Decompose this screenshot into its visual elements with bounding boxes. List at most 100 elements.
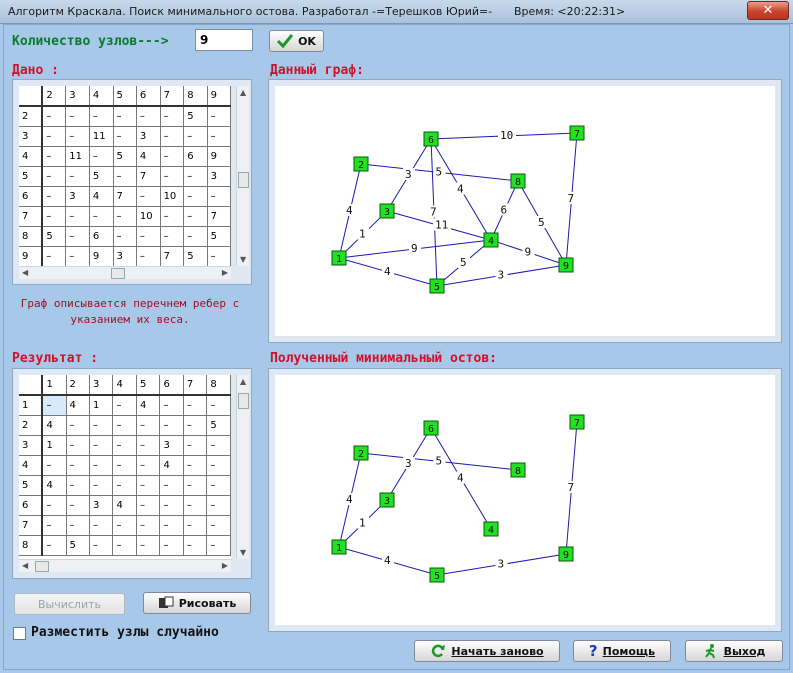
ok-button[interactable]: OK	[269, 30, 324, 52]
scroll-right-icon[interactable]: ▶	[222, 268, 228, 277]
table-cell[interactable]: –	[113, 126, 137, 147]
table-cell[interactable]: –	[89, 475, 114, 496]
table-cell[interactable]: 5	[183, 246, 208, 266]
result-table-vscroll[interactable]: ▲ ▼	[236, 375, 249, 559]
table-cell[interactable]: –	[112, 455, 137, 476]
table-cell[interactable]: –	[42, 126, 67, 147]
table-cell[interactable]: –	[159, 515, 184, 536]
table-cell[interactable]: 11	[65, 146, 90, 167]
table-cell[interactable]: –	[89, 535, 114, 556]
table-cell[interactable]: –	[113, 226, 137, 247]
table-cell[interactable]: 5	[207, 226, 231, 247]
table-cell[interactable]: –	[160, 146, 185, 167]
scroll-up-icon[interactable]: ▲	[240, 377, 246, 386]
table-cell[interactable]: –	[136, 535, 161, 556]
table-cell[interactable]: –	[160, 126, 185, 147]
table-cell[interactable]: 3	[159, 435, 184, 456]
table-cell[interactable]: –	[206, 395, 231, 416]
table-cell[interactable]: –	[112, 515, 137, 536]
table-cell[interactable]: –	[183, 495, 208, 516]
result-table[interactable]: 1 2 3 4 5 6 7 8 1–4 1–4– – –2 4– – – – – –5 3 1– – – –3– –4– – – –…	[19, 375, 231, 556]
table-cell[interactable]: –	[136, 495, 161, 516]
table-cell[interactable]: –	[183, 535, 208, 556]
table-cell[interactable]: –	[89, 206, 114, 227]
table-cell[interactable]: 9	[207, 146, 231, 167]
table-cell[interactable]: –	[136, 475, 161, 496]
table-cell[interactable]: –	[159, 415, 184, 436]
table-cell[interactable]: –	[136, 415, 161, 436]
table-cell[interactable]: 4	[112, 495, 137, 516]
table-cell[interactable]: –	[66, 415, 90, 436]
table-cell[interactable]: –	[183, 515, 208, 536]
table-cell[interactable]: –	[112, 415, 137, 436]
scroll-left-icon[interactable]: ◀	[22, 561, 28, 570]
result-table-hscroll[interactable]: ◀ ▶	[19, 559, 231, 572]
table-cell[interactable]: –	[112, 395, 137, 416]
table-cell[interactable]: –	[42, 146, 67, 167]
random-placement-label[interactable]: Разместить узлы случайно	[31, 625, 219, 640]
table-cell[interactable]: –	[42, 166, 67, 187]
table-cell[interactable]: –	[42, 106, 67, 127]
table-cell[interactable]: 10	[136, 206, 161, 227]
table-cell[interactable]: –	[183, 186, 208, 207]
table-cell[interactable]: –	[112, 535, 137, 556]
table-cell[interactable]: –	[113, 106, 137, 127]
given-table[interactable]: 2 3 4 5 6 7 8 9 2– – – – – –5–3– –11–3– – –4–11–5 4–6 9 5– –…	[19, 86, 231, 266]
table-cell[interactable]: –	[183, 166, 208, 187]
table-cell[interactable]: –	[66, 515, 90, 536]
table-cell[interactable]: –	[65, 166, 90, 187]
table-cell[interactable]: –	[42, 495, 67, 516]
given-vscroll-thumb[interactable]	[238, 172, 249, 188]
table-cell[interactable]: –	[206, 435, 231, 456]
table-cell[interactable]: 5	[66, 535, 90, 556]
table-cell[interactable]: 4	[42, 475, 67, 496]
table-cell[interactable]: –	[136, 106, 161, 127]
table-cell[interactable]: 5	[42, 226, 67, 247]
table-cell[interactable]: –	[160, 206, 185, 227]
table-cell[interactable]: 7	[160, 246, 185, 266]
table-cell[interactable]: 1	[42, 435, 67, 456]
table-cell[interactable]: –	[183, 455, 208, 476]
table-cell[interactable]: –	[136, 435, 161, 456]
table-cell[interactable]: –	[207, 186, 231, 207]
table-cell[interactable]: –	[65, 226, 90, 247]
table-cell[interactable]: –	[112, 435, 137, 456]
table-cell[interactable]: –	[42, 246, 67, 266]
random-placement-checkbox[interactable]	[13, 627, 26, 640]
table-cell[interactable]: 6	[183, 146, 208, 167]
result-vscroll-thumb[interactable]	[238, 393, 249, 409]
table-cell[interactable]: 4	[42, 415, 67, 436]
table-cell[interactable]: –	[183, 475, 208, 496]
draw-button[interactable]: Рисовать	[143, 592, 251, 614]
table-cell[interactable]: –	[42, 455, 67, 476]
table-cell[interactable]: 5	[183, 106, 208, 127]
table-cell[interactable]: –	[183, 126, 208, 147]
table-cell[interactable]: –	[89, 515, 114, 536]
table-cell[interactable]: 5	[206, 415, 231, 436]
table-cell[interactable]: 10	[160, 186, 185, 207]
table-cell[interactable]: 7	[136, 166, 161, 187]
table-cell[interactable]: –	[183, 226, 208, 247]
table-cell[interactable]: –	[113, 206, 137, 227]
table-cell[interactable]: –	[42, 535, 67, 556]
table-cell[interactable]: 3	[136, 126, 161, 147]
table-cell[interactable]: –	[65, 126, 90, 147]
table-cell[interactable]: 4	[136, 395, 161, 416]
table-cell[interactable]: –	[66, 475, 90, 496]
table-cell[interactable]: –	[159, 475, 184, 496]
node-count-input[interactable]: 9	[195, 29, 253, 51]
table-cell[interactable]: 3	[113, 246, 137, 266]
table-cell[interactable]: –	[113, 166, 137, 187]
table-cell[interactable]: 7	[207, 206, 231, 227]
table-cell[interactable]: –	[89, 415, 114, 436]
given-table-hscroll[interactable]: ◀ ▶	[19, 266, 231, 279]
table-cell[interactable]: 4	[136, 146, 161, 167]
table-cell[interactable]: 4	[66, 395, 90, 416]
given-table-vscroll[interactable]: ▲ ▼	[236, 86, 249, 266]
table-cell[interactable]: –	[112, 475, 137, 496]
result-hscroll-thumb[interactable]	[35, 561, 49, 572]
restart-button[interactable]: Начать заново	[414, 640, 560, 662]
scroll-right-icon[interactable]: ▶	[222, 561, 228, 570]
scroll-down-icon[interactable]: ▼	[240, 255, 246, 264]
table-cell[interactable]: –	[65, 106, 90, 127]
